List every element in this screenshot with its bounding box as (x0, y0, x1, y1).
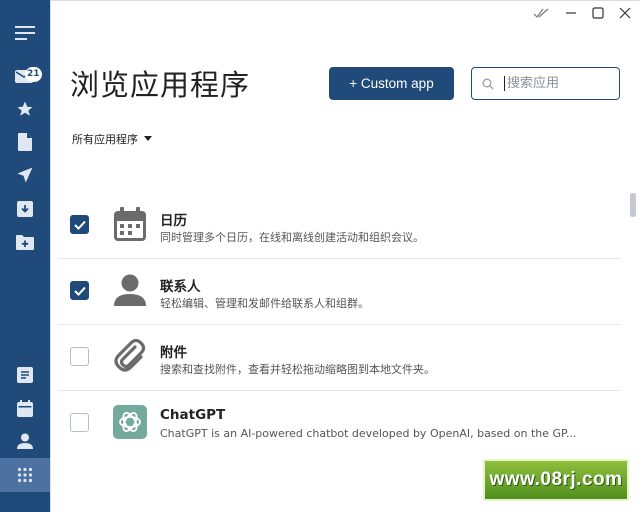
app-icon (112, 404, 148, 440)
app-row-calendar[interactable]: 日历 同时管理多个日历，在线和离线创建活动和组织会议。 (58, 193, 620, 259)
app-name: 附件 (160, 345, 187, 361)
contact-person-icon (114, 274, 146, 306)
app-icon (112, 338, 148, 374)
app-checkbox[interactable] (70, 215, 89, 234)
app-description: 同时管理多个日历，在线和离线创建活动和组织会议。 (160, 231, 424, 244)
documents-button[interactable] (0, 125, 50, 159)
app-icon (112, 272, 148, 308)
app-checkbox[interactable] (70, 281, 89, 300)
custom-app-button[interactable]: + Custom app (329, 67, 454, 100)
app-description: 搜索和查找附件，查看并轻松拖动缩略图到本地文件夹。 (160, 363, 435, 376)
folder-plus-icon (16, 235, 34, 250)
archive-box-icon (17, 201, 33, 217)
scrollbar-thumb[interactable] (630, 193, 636, 217)
checkmark-icon (73, 220, 86, 230)
mail-button[interactable]: 21 (0, 60, 50, 94)
sync-status-button[interactable] (527, 4, 555, 22)
close-button[interactable] (611, 4, 639, 22)
app-description: ChatGPT is an AI-powered chatbot develop… (160, 427, 577, 440)
hamburger-icon (15, 26, 35, 40)
checkmark-icon (73, 286, 86, 296)
minimize-button[interactable] (557, 4, 585, 22)
new-folder-button[interactable] (0, 225, 50, 259)
minimize-icon (566, 12, 576, 14)
watermark-logo: www.08rj.com (483, 459, 629, 501)
search-box[interactable] (471, 67, 620, 100)
chatgpt-logo-icon (113, 405, 147, 439)
mail-count-badge: 21 (25, 67, 42, 82)
page-title: 浏览应用程序 (70, 68, 251, 102)
grid-dots-icon (17, 467, 33, 483)
app-name: ChatGPT (160, 407, 226, 423)
app-name: 日历 (160, 213, 187, 229)
app-icon (112, 206, 148, 242)
contacts-button[interactable] (0, 424, 50, 458)
notes-icon (17, 367, 33, 383)
calendar-icon (114, 207, 146, 241)
app-checkbox[interactable] (70, 413, 89, 432)
maximize-button[interactable] (584, 4, 612, 22)
search-icon (482, 78, 494, 89)
document-icon (18, 133, 32, 151)
app-row-attachments[interactable]: 附件 搜索和查找附件，查看并轻松拖动缩略图到本地文件夹。 (58, 325, 620, 391)
calendar-icon (17, 399, 33, 417)
apps-button[interactable] (0, 458, 50, 492)
app-row-chatgpt[interactable]: ChatGPT ChatGPT is an AI-powered chatbot… (58, 391, 620, 457)
double-check-icon (533, 8, 549, 18)
calendar-button[interactable] (0, 391, 50, 425)
caret-down-icon (144, 136, 152, 141)
notes-button[interactable] (0, 358, 50, 392)
app-description: 轻松编辑、管理和发邮件给联系人和组群。 (160, 297, 369, 310)
close-icon (619, 7, 631, 19)
favorites-button[interactable] (0, 92, 50, 126)
search-input[interactable] (504, 76, 604, 91)
archive-button[interactable] (0, 192, 50, 226)
star-icon (17, 101, 33, 116)
filter-label: 所有应用程序 (72, 133, 138, 146)
filter-dropdown[interactable]: 所有应用程序 (72, 131, 152, 147)
sent-button[interactable] (0, 158, 50, 192)
person-icon (17, 433, 33, 449)
app-checkbox[interactable] (70, 347, 89, 366)
app-list: 日历 同时管理多个日历，在线和离线创建活动和组织会议。 联系人 轻松编辑、管理和… (58, 193, 620, 457)
send-arrow-icon (17, 167, 33, 183)
app-row-contacts[interactable]: 联系人 轻松编辑、管理和发邮件给联系人和组群。 (58, 259, 620, 325)
sidebar: 21 (0, 0, 50, 512)
app-name: 联系人 (160, 279, 201, 295)
paperclip-icon (114, 339, 146, 372)
hamburger-menu-button[interactable] (0, 16, 50, 50)
maximize-icon (592, 7, 604, 19)
